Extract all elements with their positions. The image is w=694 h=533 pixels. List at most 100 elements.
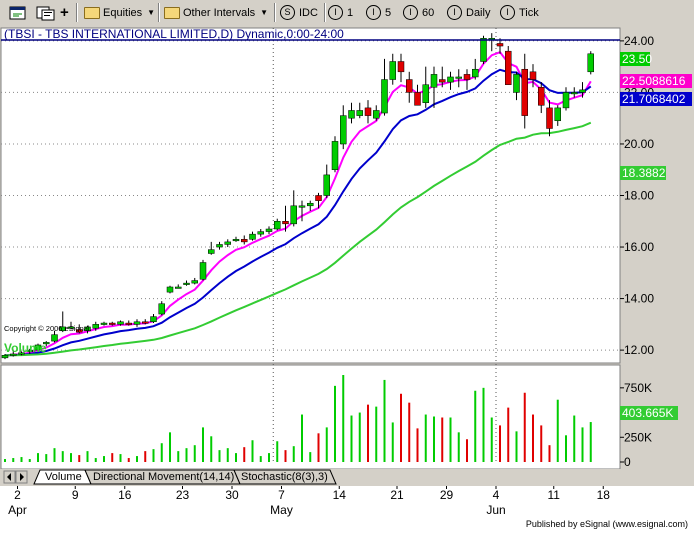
i-circle-icon: I	[403, 5, 418, 20]
candle-body	[257, 231, 264, 235]
candle-body	[216, 244, 223, 248]
chevron-down-icon: ▼	[147, 8, 156, 17]
candle-body	[208, 249, 215, 254]
candle-body	[340, 115, 347, 145]
i-circle-icon: I	[500, 5, 515, 20]
candle-body	[513, 74, 520, 93]
candle-body	[1, 355, 9, 359]
chevron-down-icon: ▼	[260, 8, 269, 17]
candle-body	[100, 322, 108, 325]
interval-60-label: 60	[422, 6, 435, 19]
candle-body	[133, 321, 141, 325]
date-tick-label: 14	[333, 488, 347, 502]
date-tick-label: 29	[440, 488, 454, 502]
candle-body	[529, 71, 537, 80]
month-label: Apr	[8, 503, 27, 517]
candle-body	[381, 79, 388, 114]
candle-body	[414, 92, 421, 106]
price-chart[interactable]: 24.0022.0020.0018.0016.0014.0012.00 750K…	[0, 26, 694, 469]
volume-tick-label: 0	[624, 455, 631, 469]
candle-body	[199, 262, 207, 280]
interval-60-button[interactable]: I 60	[403, 3, 434, 22]
tick-button[interactable]: I Tick	[500, 3, 539, 22]
date-tick-label: 18	[597, 488, 611, 502]
chart-title: (TBSI - TBS INTERNATIONAL LIMITED,D) Dyn…	[4, 27, 344, 41]
volume-tick-label: 250K	[624, 430, 652, 444]
candle-body	[183, 282, 190, 285]
tab-directional-movement[interactable]: Directional Movement(14,14)	[90, 470, 237, 484]
equities-dropdown[interactable]: Equities ▼	[84, 3, 155, 22]
candle-body	[241, 239, 248, 243]
candle-body	[265, 228, 273, 232]
volume-value-label: 403.665K	[620, 406, 678, 420]
candle-body	[439, 79, 446, 83]
candle-body	[430, 74, 438, 88]
candle-body	[546, 107, 553, 129]
candle-body	[496, 43, 504, 47]
candle-body	[463, 74, 471, 80]
tab-stochastic[interactable]: Stochastic(8(3),3)	[238, 470, 331, 484]
indicator-tabs: Volume Directional Movement(14,14) Stoch…	[0, 469, 694, 486]
candle-body	[274, 221, 281, 230]
interval-5-button[interactable]: I 5	[366, 3, 391, 22]
candle-body	[315, 195, 322, 201]
candle-body	[538, 87, 545, 106]
ma-short-label: 22.5088616	[620, 74, 692, 88]
date-tick-label: 21	[390, 488, 404, 502]
intervals-dropdown[interactable]: Other Intervals ▼	[164, 3, 268, 22]
quote-window-icon[interactable]	[36, 3, 56, 22]
candle-body	[356, 110, 363, 116]
ma-short-value: 22.5088616	[622, 74, 686, 88]
add-icon[interactable]: +	[60, 3, 69, 22]
s-circle-icon: S	[280, 5, 295, 20]
volume-title: Volume	[4, 341, 47, 355]
idc-label: IDC	[299, 6, 318, 19]
candle-body	[125, 322, 132, 325]
candle-body	[166, 286, 174, 293]
candle-body	[191, 280, 198, 284]
daily-button[interactable]: I Daily	[447, 3, 490, 22]
i-circle-icon: I	[366, 5, 381, 20]
candle-body	[92, 324, 99, 329]
candle-body	[562, 92, 570, 109]
date-tick-label: 2	[14, 488, 21, 502]
ma-long-label: 18.3882	[620, 166, 666, 180]
candle-body	[142, 321, 149, 324]
date-tick-label: 11	[548, 488, 561, 502]
chart-window-icon[interactable]	[9, 3, 27, 22]
interval-1-label: 1	[347, 6, 354, 19]
date-tick-label: 30	[225, 488, 239, 502]
copyright-label: Copyright © 2006 eSignal.	[4, 324, 92, 333]
candle-body	[158, 303, 165, 315]
tick-label: Tick	[519, 6, 539, 19]
footer: Published by eSignal (www.esignal.com)	[0, 517, 694, 533]
tab-volume[interactable]: Volume	[42, 470, 85, 484]
close-price-label: 23.50	[620, 52, 652, 66]
folder-icon	[84, 6, 100, 19]
daily-label: Daily	[466, 6, 491, 19]
candle-body	[571, 92, 578, 95]
candle-body	[298, 205, 306, 208]
close-price-value: 23.50	[622, 52, 652, 66]
candle-body	[422, 84, 429, 103]
candle-body	[331, 141, 339, 170]
published-label: Published by eSignal (www.esignal.com)	[525, 519, 688, 529]
price-tick-label: 14.00	[624, 292, 654, 306]
candle-body	[472, 68, 479, 78]
interval-1-button[interactable]: I 1	[328, 3, 353, 22]
folder-icon	[164, 6, 180, 19]
volume-value: 403.665K	[622, 406, 673, 420]
date-tick-label: 16	[118, 488, 132, 502]
candle-body	[232, 239, 240, 242]
price-tick-label: 12.00	[624, 343, 654, 357]
candle-body	[117, 321, 124, 325]
candle-body	[406, 79, 413, 93]
toolbar: + Equities ▼ Other Intervals ▼ S IDC I 1…	[0, 0, 694, 27]
intervals-label: Other Intervals	[183, 6, 256, 19]
month-label: Jun	[486, 503, 505, 517]
candle-body	[389, 61, 396, 80]
candle-body	[249, 233, 256, 240]
ma-mid-value: 21.7068402	[622, 92, 686, 106]
idc-button[interactable]: S IDC	[280, 3, 318, 22]
candle-body	[505, 50, 512, 85]
